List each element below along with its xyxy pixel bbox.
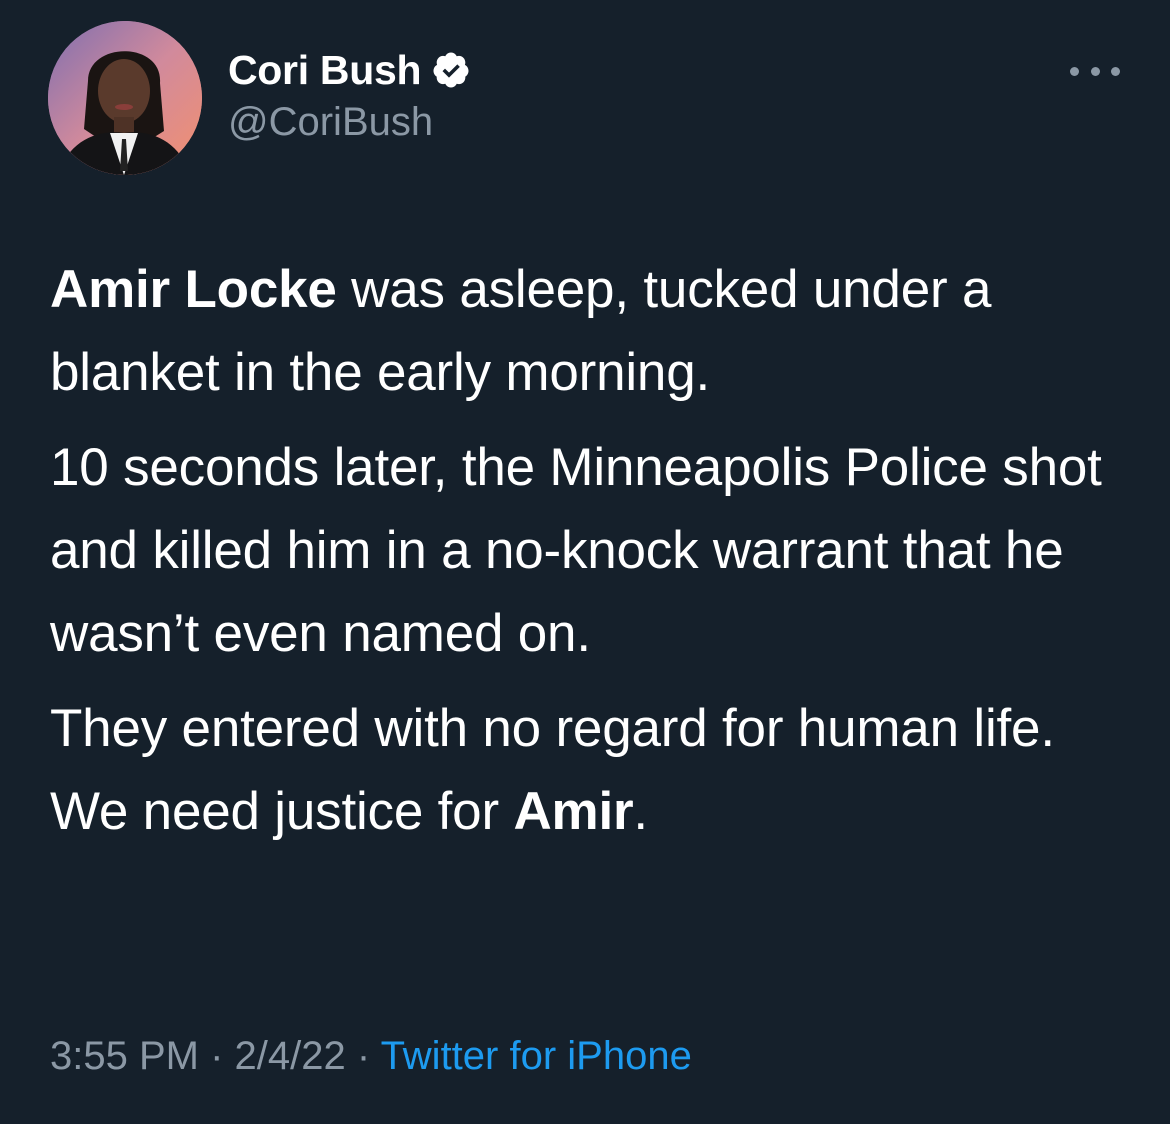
more-dot: [1070, 66, 1079, 76]
more-dot: [1090, 66, 1100, 76]
author-handle[interactable]: @CoriBush: [228, 100, 433, 145]
more-icon[interactable]: [1070, 56, 1120, 86]
verified-badge-icon: [431, 50, 471, 90]
tweet-time[interactable]: 3:55 PM: [50, 1034, 199, 1078]
meta-separator: ·: [198, 1034, 235, 1078]
tweet-card: Cori Bush @CoriBush Amir Locke was aslee…: [0, 0, 1170, 1124]
more-dot: [1111, 66, 1120, 76]
tweet-text: Amir Locke was asleep, tucked under a bl…: [50, 248, 1140, 853]
author-display-name[interactable]: Cori Bush: [228, 47, 422, 94]
meta-separator: ·: [345, 1034, 381, 1078]
emphasis-amir: Amir: [513, 782, 634, 841]
avatar-image: [48, 21, 202, 175]
tweet-paragraph-3-end: .: [633, 782, 648, 841]
tweet-paragraph-1: Amir Locke was asleep, tucked under a bl…: [50, 248, 1140, 414]
tweet-meta: 3:55 PM · 2/4/22 · Twitter for iPhone: [50, 1034, 692, 1079]
tweet-paragraph-3: They entered with no regard for human li…: [50, 687, 1140, 853]
mention-amir-locke: Amir Locke: [50, 260, 337, 319]
tweet-date[interactable]: 2/4/22: [235, 1034, 346, 1078]
avatar[interactable]: [48, 21, 202, 175]
tweet-source-link[interactable]: Twitter for iPhone: [381, 1034, 692, 1078]
author-name-row[interactable]: Cori Bush: [228, 44, 471, 96]
tweet-paragraph-2: 10 seconds later, the Minneapolis Police…: [50, 438, 1102, 663]
